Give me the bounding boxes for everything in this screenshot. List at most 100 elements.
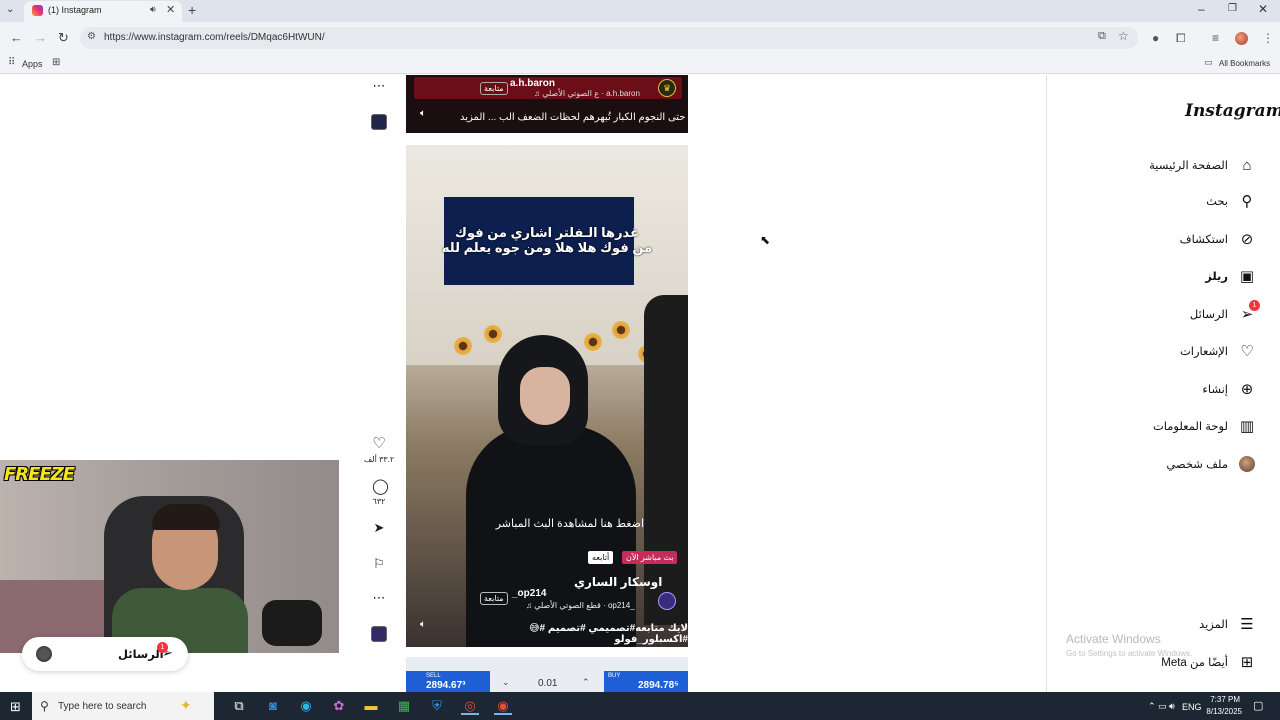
file-explorer-icon[interactable]: ▬ bbox=[362, 697, 380, 715]
like-count[interactable]: ٣٣.٢ ألف bbox=[358, 455, 400, 464]
folder-icon[interactable]: ▭ bbox=[1204, 57, 1213, 68]
search-icon: ⚲ bbox=[40, 699, 49, 713]
store-icon[interactable]: ▦ bbox=[395, 697, 413, 715]
system-tray-icons[interactable]: ⌃ ▭ 🔊︎ bbox=[1148, 701, 1175, 712]
all-bookmarks-link[interactable]: All Bookmarks bbox=[1219, 59, 1270, 68]
live-banner[interactable]: اضغط هنا لمشاهدة البث المباشر bbox=[454, 517, 644, 530]
tab-search-chevron-icon[interactable]: ⌄ bbox=[6, 4, 14, 15]
search-placeholder: Type here to search bbox=[58, 701, 147, 712]
tab-title: (1) Instagram bbox=[48, 5, 102, 15]
site-info-icon[interactable]: ⚙ bbox=[87, 31, 96, 42]
sell-label: SELL bbox=[426, 673, 441, 679]
nav-label: ملف شخصي bbox=[1166, 459, 1228, 471]
edge-icon[interactable]: ◉ bbox=[297, 697, 315, 715]
nav-home[interactable]: الصفحة الرئيسية ⌂ bbox=[1149, 153, 1256, 177]
taskbar-search[interactable]: ⚲ Type here to search ✦ bbox=[32, 692, 214, 720]
instagram-logo[interactable]: Instagram bbox=[1185, 101, 1280, 121]
nav-label: الصفحة الرئيسية bbox=[1149, 160, 1228, 172]
share-send-icon[interactable]: ➤ bbox=[372, 520, 386, 536]
nav-label: لوحة المعلومات bbox=[1152, 421, 1228, 433]
task-view-icon[interactable]: ⧉ bbox=[230, 697, 248, 715]
extension-icon[interactable]: ● bbox=[1152, 31, 1159, 45]
reel-avatar[interactable] bbox=[658, 592, 676, 610]
media-controls-icon[interactable]: ≡ bbox=[1212, 31, 1219, 45]
contact-avatar bbox=[36, 646, 52, 662]
reel-video[interactable]: غدرها الـفلتر اشاري من فوك من فوك هلا هل… bbox=[406, 145, 688, 647]
more-options-icon[interactable]: ⋯ bbox=[372, 78, 386, 94]
reel-audio-label[interactable]: ♫ قطع الصوتي الأصلي · op214_ bbox=[526, 601, 635, 610]
reload-icon[interactable]: ↻ bbox=[58, 30, 69, 46]
follow-button[interactable]: متابعة bbox=[480, 592, 508, 605]
browser-menu-icon[interactable]: ⋮ bbox=[1262, 31, 1274, 45]
apps-bookmark[interactable]: Apps bbox=[22, 59, 43, 69]
nav-create[interactable]: إنشاء ⊕ bbox=[1202, 377, 1256, 401]
instagram-sidebar: Instagram الصفحة الرئيسية ⌂ بحث ⚲ استكشا… bbox=[1046, 75, 1280, 692]
new-tab-icon[interactable]: + bbox=[188, 2, 196, 18]
window-minimize-icon[interactable]: – bbox=[1198, 2, 1205, 16]
messages-pill[interactable]: الرسائل ➢ 1 bbox=[22, 637, 188, 671]
clock-date[interactable]: 8/13/2025 bbox=[1200, 707, 1242, 716]
nav-reels[interactable]: ريلز ▣ bbox=[1205, 264, 1256, 288]
bookmark-star-icon[interactable]: ☆ bbox=[1118, 29, 1129, 43]
window-restore-icon[interactable]: ❐ bbox=[1228, 3, 1237, 14]
recording-app-icon[interactable]: ◉ bbox=[494, 697, 512, 715]
reel-avatar[interactable]: ♛ bbox=[658, 79, 676, 97]
live-badge: بث مباشر الآن bbox=[622, 551, 678, 564]
compass-icon: ⊘ bbox=[1240, 231, 1254, 248]
grid-icon: ⊞ bbox=[1240, 654, 1254, 671]
reel-username[interactable]: a.h.baron bbox=[510, 78, 555, 89]
windows-start-icon[interactable]: ⊞ bbox=[10, 699, 21, 715]
reel-username[interactable]: _op214 bbox=[512, 588, 546, 599]
nav-more[interactable]: المزيد ☰ bbox=[1199, 612, 1256, 636]
browser-profile-avatar[interactable] bbox=[1235, 32, 1248, 45]
more-options-icon[interactable]: ⋯ bbox=[372, 590, 386, 606]
install-app-icon[interactable]: ⧉ bbox=[1098, 30, 1106, 43]
audio-avatar[interactable] bbox=[371, 114, 387, 130]
buy-price: 2894.78⁵ bbox=[638, 680, 679, 691]
reel-caption[interactable]: حتى النجوم الكبار تُبهرهم لحظات الضعف ال… bbox=[460, 112, 686, 123]
back-icon[interactable]: ← bbox=[10, 30, 23, 45]
tab-audio-icon[interactable]: 🔊︎ bbox=[150, 4, 156, 15]
extensions-puzzle-icon[interactable]: ⧠ bbox=[1176, 31, 1186, 46]
window-close-icon[interactable]: ✕ bbox=[1258, 2, 1268, 16]
nav-notifications[interactable]: الإشعارات ♡ bbox=[1180, 339, 1256, 363]
next-reel[interactable]: SELL 2894.67³ ⌄ 0.01 ⌃ BUY 2894.78⁵ bbox=[406, 657, 688, 692]
copilot-icon[interactable]: ✿ bbox=[330, 697, 348, 715]
comment-count[interactable]: ٦٣٢ bbox=[358, 497, 400, 506]
speaker-icon[interactable]: 🔈︎ bbox=[420, 619, 426, 630]
tab-groups-icon[interactable]: ⊞ bbox=[52, 57, 60, 68]
follow-button[interactable]: متابعة bbox=[480, 82, 508, 95]
reel-audio-label[interactable]: ♫ ع الصوتي الأصلي · a.h.baron bbox=[534, 89, 640, 98]
security-shield-icon[interactable]: ⛨ bbox=[428, 697, 446, 715]
comment-icon[interactable]: ◯ bbox=[372, 477, 389, 495]
nav-label: الرسائل bbox=[1189, 309, 1228, 321]
save-bookmark-icon[interactable]: ⚐ bbox=[372, 556, 386, 572]
audio-avatar[interactable] bbox=[371, 626, 387, 642]
chrome-icon[interactable]: ◎ bbox=[461, 697, 479, 715]
outlook-icon[interactable]: ◙ bbox=[264, 697, 282, 715]
windows-taskbar: ⊞ ⚲ Type here to search ✦ ⧉ ◙ ◉ ✿ ▬ ▦ ⛨ … bbox=[0, 692, 1280, 720]
clock-time[interactable]: 7:37 PM bbox=[1210, 695, 1240, 704]
nav-explore[interactable]: استكشاف ⊘ bbox=[1180, 227, 1256, 251]
input-language[interactable]: ENG bbox=[1182, 702, 1202, 712]
speaker-icon[interactable]: 🔈︎ bbox=[420, 108, 426, 119]
reel-caption[interactable]: لايك متابعه#تصميمي #تصميم #😅 #اكسبلور_فو… bbox=[466, 623, 688, 645]
url-text[interactable]: https://www.instagram.com/reels/DMqac6Ht… bbox=[104, 32, 325, 43]
nav-profile[interactable]: ملف شخصي bbox=[1166, 452, 1256, 476]
microphone bbox=[262, 600, 322, 646]
browser-tab[interactable]: (1) Instagram 🔊︎ ✕ bbox=[24, 1, 182, 22]
forward-icon[interactable]: → bbox=[34, 30, 47, 45]
like-heart-icon[interactable]: ♡ bbox=[372, 434, 386, 452]
previous-reel[interactable]: متابعة a.h.baron ♫ ع الصوتي الأصلي · a.h… bbox=[406, 75, 688, 133]
address-bar[interactable]: ⚙ https://www.instagram.com/reels/DMqac6… bbox=[80, 27, 1138, 49]
close-tab-icon[interactable]: ✕ bbox=[166, 3, 175, 16]
notifications-icon[interactable]: ▢ bbox=[1253, 699, 1263, 712]
activate-windows-subtitle: Go to Settings to activate Windows. bbox=[1066, 649, 1193, 658]
apps-grid-icon[interactable]: ⠿ bbox=[8, 57, 15, 68]
nav-label: ريلز bbox=[1205, 271, 1228, 283]
nav-messages[interactable]: الرسائل ➢ 1 bbox=[1189, 300, 1260, 326]
nav-search[interactable]: بحث ⚲ bbox=[1206, 189, 1256, 213]
instagram-page: متابعة a.h.baron ♫ ع الصوتي الأصلي · a.h… bbox=[0, 75, 1280, 692]
nav-dashboard[interactable]: لوحة المعلومات ▥ bbox=[1153, 414, 1256, 438]
search-icon: ⚲ bbox=[1241, 193, 1253, 210]
